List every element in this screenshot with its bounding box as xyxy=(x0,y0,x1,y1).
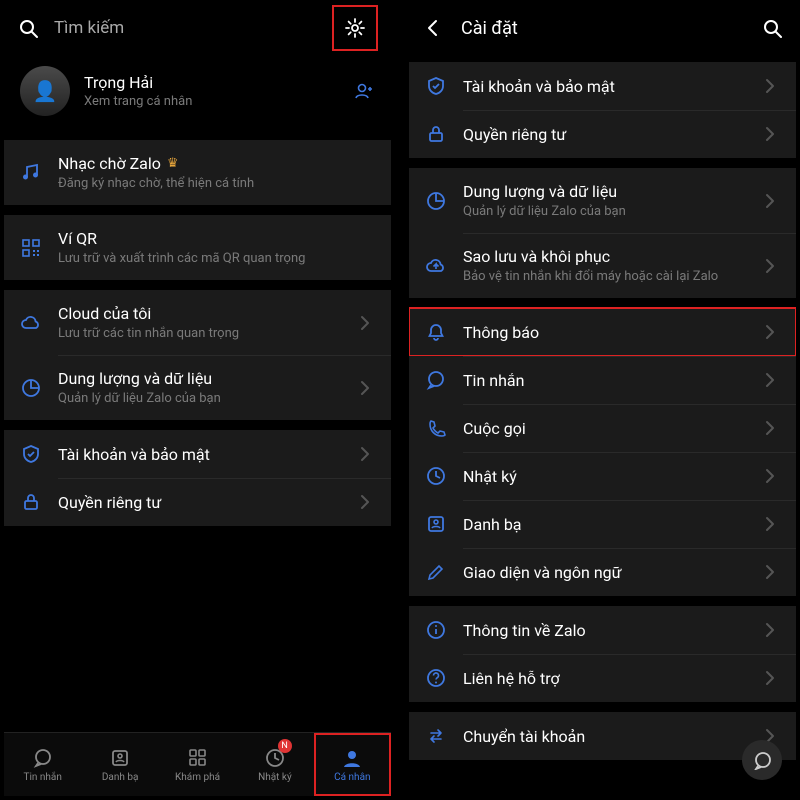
row-support[interactable]: Liên hệ hỗ trợ xyxy=(409,654,796,702)
chat-icon xyxy=(425,369,447,391)
profile-name: Trọng Hải xyxy=(84,73,339,92)
row-notifications[interactable]: Thông báo xyxy=(409,308,796,356)
chevron-right-icon xyxy=(760,562,780,582)
chevron-right-icon xyxy=(355,444,375,464)
clock-icon xyxy=(425,465,447,487)
row-backup[interactable]: Sao lưu và khôi phục Bảo vệ tin nhắn khi… xyxy=(409,233,796,298)
screen-settings: Cài đặt Tài khoản và bảo mật Quyền riêng… xyxy=(409,4,796,796)
row-cloud[interactable]: Cloud của tôi Lưu trữ các tin nhắn quan … xyxy=(4,290,391,355)
user-icon xyxy=(341,747,363,769)
chevron-right-icon xyxy=(760,191,780,211)
back-button[interactable] xyxy=(423,17,445,39)
settings-list: Tài khoản và bảo mật Quyền riêng tư Dung… xyxy=(409,52,796,796)
chat-fab[interactable] xyxy=(742,740,782,780)
profile-sub: Xem trang cá nhân xyxy=(84,94,339,109)
row-calls[interactable]: Cuộc gọi xyxy=(409,404,796,452)
lock-icon xyxy=(20,491,42,513)
chevron-right-icon xyxy=(760,668,780,688)
tab-messages[interactable]: Tin nhắn xyxy=(4,733,81,796)
row-music[interactable]: Nhạc chờ Zalo♛ Đăng ký nhạc chờ, thể hiệ… xyxy=(4,140,391,205)
cloud-up-icon xyxy=(425,255,447,277)
contacts-icon xyxy=(109,747,131,769)
pie-icon xyxy=(20,377,42,399)
swap-user-icon[interactable] xyxy=(353,80,375,102)
row-about[interactable]: Thông tin về Zalo xyxy=(409,606,796,654)
chevron-right-icon xyxy=(355,313,375,333)
row-privacy[interactable]: Quyền riêng tư xyxy=(4,478,391,526)
chevron-right-icon xyxy=(760,418,780,438)
row-storage[interactable]: Dung lượng và dữ liệu Quản lý dữ liệu Za… xyxy=(4,355,391,420)
search-icon[interactable] xyxy=(762,18,782,38)
phone-icon xyxy=(425,417,447,439)
row-privacy[interactable]: Quyền riêng tư xyxy=(409,110,796,158)
header: Tìm kiếm xyxy=(4,4,391,52)
chevron-right-icon xyxy=(760,514,780,534)
search-icon[interactable] xyxy=(18,18,38,38)
music-icon xyxy=(20,162,42,184)
screen-personal: Tìm kiếm 👤 Trọng Hải Xem trang cá nhân N… xyxy=(4,4,391,796)
tabbar: Tin nhắn Danh bạ Khám phá Nhật ký N Cá n… xyxy=(4,732,391,796)
help-icon xyxy=(425,667,447,689)
row-switch-account[interactable]: Chuyển tài khoản xyxy=(409,712,796,760)
row-qr[interactable]: Ví QR Lưu trữ và xuất trình các mã QR qu… xyxy=(4,215,391,280)
pie-icon xyxy=(425,190,447,212)
page-title: Cài đặt xyxy=(461,18,762,39)
tab-discover[interactable]: Khám phá xyxy=(159,733,236,796)
shield-icon xyxy=(20,443,42,465)
crown-icon: ♛ xyxy=(167,156,179,171)
brush-icon xyxy=(425,561,447,583)
shield-icon xyxy=(425,75,447,97)
row-storage[interactable]: Dung lượng và dữ liệu Quản lý dữ liệu Za… xyxy=(409,168,796,233)
qr-icon xyxy=(20,237,42,259)
avatar: 👤 xyxy=(20,66,70,116)
header: Cài đặt xyxy=(409,4,796,52)
cloud-icon xyxy=(20,312,42,334)
row-diary[interactable]: Nhật ký xyxy=(409,452,796,500)
profile-row[interactable]: 👤 Trọng Hải Xem trang cá nhân xyxy=(4,52,391,130)
row-theme[interactable]: Giao diện và ngôn ngữ xyxy=(409,548,796,596)
search-input[interactable]: Tìm kiếm xyxy=(54,18,333,38)
contacts-icon xyxy=(425,513,447,535)
chevron-right-icon xyxy=(355,492,375,512)
gear-icon xyxy=(344,17,366,39)
diary-badge: N xyxy=(278,739,292,753)
chevron-right-icon xyxy=(760,466,780,486)
row-messages[interactable]: Tin nhắn xyxy=(409,356,796,404)
chevron-right-icon xyxy=(760,124,780,144)
swap-icon xyxy=(425,725,447,747)
list: Nhạc chờ Zalo♛ Đăng ký nhạc chờ, thể hiệ… xyxy=(4,130,391,732)
bell-icon xyxy=(425,321,447,343)
settings-button[interactable] xyxy=(333,6,377,50)
row-account[interactable]: Tài khoản và bảo mật xyxy=(4,430,391,478)
grid-icon xyxy=(187,747,209,769)
chevron-right-icon xyxy=(760,76,780,96)
chevron-right-icon xyxy=(760,256,780,276)
row-account[interactable]: Tài khoản và bảo mật xyxy=(409,62,796,110)
info-icon xyxy=(425,619,447,641)
tab-contacts[interactable]: Danh bạ xyxy=(81,733,158,796)
chevron-right-icon xyxy=(760,620,780,640)
chevron-right-icon xyxy=(760,370,780,390)
lock-icon xyxy=(425,123,447,145)
tab-me[interactable]: Cá nhân xyxy=(314,733,391,796)
chevron-right-icon xyxy=(355,378,375,398)
row-contacts[interactable]: Danh bạ xyxy=(409,500,796,548)
tab-diary[interactable]: Nhật ký N xyxy=(236,733,313,796)
chevron-right-icon xyxy=(760,322,780,342)
chat-icon xyxy=(32,747,54,769)
